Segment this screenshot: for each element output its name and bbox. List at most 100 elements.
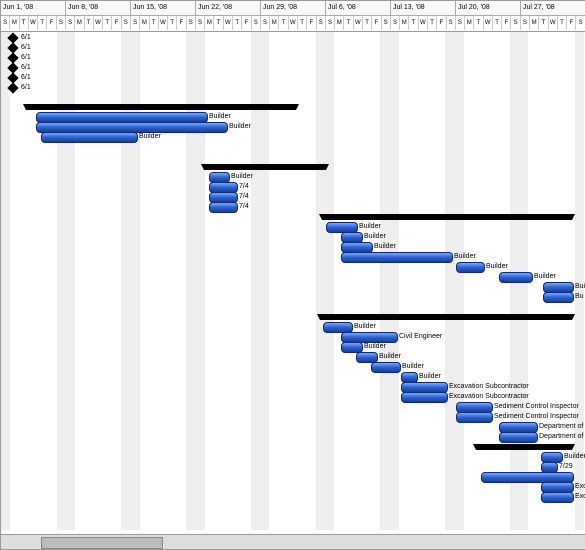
task-label: Builder bbox=[379, 352, 401, 362]
weekend-column bbox=[316, 32, 325, 530]
task-bar[interactable] bbox=[499, 272, 533, 283]
day-header-cell: T bbox=[233, 16, 242, 30]
scrollbar-thumb[interactable] bbox=[41, 537, 163, 549]
day-header-cell: T bbox=[103, 16, 112, 30]
day-header-cell: S bbox=[252, 16, 261, 30]
day-header-cell: F bbox=[567, 16, 576, 30]
day-header-cell: M bbox=[335, 16, 344, 30]
task-bar[interactable] bbox=[341, 252, 453, 263]
day-header-cell: S bbox=[382, 16, 391, 30]
milestone-label: 6/1 bbox=[21, 43, 31, 53]
task-label: Builder bbox=[454, 252, 476, 262]
day-header-cell: W bbox=[224, 16, 233, 30]
task-label: Builder bbox=[564, 452, 585, 462]
task-bar[interactable] bbox=[499, 432, 538, 443]
day-header-cell: M bbox=[400, 16, 409, 30]
task-label: Excavation Subcontractor bbox=[449, 392, 529, 402]
day-header-cell: S bbox=[261, 16, 270, 30]
task-bar[interactable] bbox=[41, 132, 138, 143]
day-header-cell: T bbox=[428, 16, 437, 30]
day-header-cell: T bbox=[85, 16, 94, 30]
day-header-cell: S bbox=[456, 16, 465, 30]
day-header-cell: T bbox=[20, 16, 29, 30]
day-header-cell: F bbox=[307, 16, 316, 30]
gantt-body[interactable]: 6/16/16/16/16/16/1BuilderBuilderBuilderB… bbox=[1, 32, 585, 530]
week-header-row: Jun 1, '08Jun 8, '08Jun 15, '08Jun 22, '… bbox=[1, 1, 585, 16]
task-label: Builder bbox=[419, 372, 441, 382]
day-header-cell: F bbox=[242, 16, 251, 30]
task-bar[interactable] bbox=[456, 262, 485, 273]
task-label: Builder bbox=[486, 262, 508, 272]
day-header-cell: W bbox=[159, 16, 168, 30]
day-header-cell: M bbox=[10, 16, 19, 30]
day-header-cell: T bbox=[298, 16, 307, 30]
task-bar[interactable] bbox=[401, 392, 448, 403]
task-bar[interactable] bbox=[541, 492, 574, 503]
day-header-cell: S bbox=[1, 16, 10, 30]
summary-bar[interactable] bbox=[204, 164, 326, 170]
task-bar[interactable] bbox=[456, 412, 493, 423]
task-label: Builder bbox=[402, 362, 424, 372]
day-header-cell: T bbox=[493, 16, 502, 30]
day-header-cell: F bbox=[47, 16, 56, 30]
weekend-column bbox=[380, 32, 389, 530]
task-label: Builder bbox=[354, 322, 376, 332]
day-header-cell: W bbox=[29, 16, 38, 30]
horizontal-scrollbar[interactable] bbox=[1, 534, 585, 549]
day-header-cell: W bbox=[549, 16, 558, 30]
task-label: Excavation Subcont bbox=[575, 482, 585, 492]
task-label: 7/4 bbox=[239, 202, 249, 212]
task-bar[interactable] bbox=[209, 202, 238, 213]
task-label: Builder bbox=[231, 172, 253, 182]
day-header-cell: F bbox=[112, 16, 121, 30]
day-header-cell: M bbox=[140, 16, 149, 30]
day-header-cell: S bbox=[57, 16, 66, 30]
day-header-cell: T bbox=[168, 16, 177, 30]
task-label: Builder bbox=[575, 282, 585, 292]
day-header-cell: W bbox=[419, 16, 428, 30]
week-header-cell: Jun 1, '08 bbox=[1, 1, 66, 15]
gantt-chart: Jun 1, '08Jun 8, '08Jun 15, '08Jun 22, '… bbox=[0, 0, 585, 550]
task-label: Excavation bbox=[575, 492, 585, 502]
week-header-cell: Jul 6, '08 bbox=[326, 1, 391, 15]
day-header-cell: T bbox=[38, 16, 47, 30]
day-header-cell: M bbox=[75, 16, 84, 30]
day-header-cell: T bbox=[539, 16, 548, 30]
task-label: Department of Permits bbox=[539, 432, 585, 442]
day-header-cell: S bbox=[391, 16, 400, 30]
day-header-cell: W bbox=[354, 16, 363, 30]
day-header-cell: T bbox=[409, 16, 418, 30]
day-header-cell: S bbox=[131, 16, 140, 30]
task-label: Builder bbox=[364, 342, 386, 352]
summary-bar[interactable] bbox=[320, 314, 572, 320]
task-bar[interactable] bbox=[543, 292, 574, 303]
task-label: Builder bbox=[209, 112, 231, 122]
task-bar[interactable] bbox=[371, 362, 401, 373]
day-header-cell: M bbox=[465, 16, 474, 30]
task-label: 7/4 bbox=[239, 192, 249, 202]
task-label: Excavation Subcontractor bbox=[449, 382, 529, 392]
day-header-cell: M bbox=[530, 16, 539, 30]
day-header-cell: T bbox=[214, 16, 223, 30]
day-header-cell: S bbox=[196, 16, 205, 30]
summary-bar[interactable] bbox=[26, 104, 296, 110]
weekend-column bbox=[325, 32, 334, 530]
task-label: Builder bbox=[374, 242, 396, 252]
day-header-cell: F bbox=[177, 16, 186, 30]
weekend-column bbox=[390, 32, 399, 530]
day-header-row: SMTWTFSSMTWTFSSMTWTFSSMTWTFSSMTWTFSSMTWT… bbox=[1, 16, 585, 30]
summary-bar[interactable] bbox=[476, 444, 572, 450]
task-label: Department of Permits & bbox=[539, 422, 585, 432]
task-label: Builder bbox=[364, 232, 386, 242]
milestone-label: 6/1 bbox=[21, 73, 31, 83]
day-header-cell: S bbox=[576, 16, 585, 30]
summary-bar[interactable] bbox=[322, 214, 572, 220]
timeline-header: Jun 1, '08Jun 8, '08Jun 15, '08Jun 22, '… bbox=[1, 1, 585, 32]
day-header-cell: S bbox=[122, 16, 131, 30]
weekend-column bbox=[445, 32, 454, 530]
week-header-cell: Jul 27, '08 bbox=[521, 1, 585, 15]
day-header-cell: W bbox=[289, 16, 298, 30]
day-header-cell: F bbox=[372, 16, 381, 30]
day-header-cell: S bbox=[187, 16, 196, 30]
task-label: Bu bbox=[575, 292, 584, 302]
